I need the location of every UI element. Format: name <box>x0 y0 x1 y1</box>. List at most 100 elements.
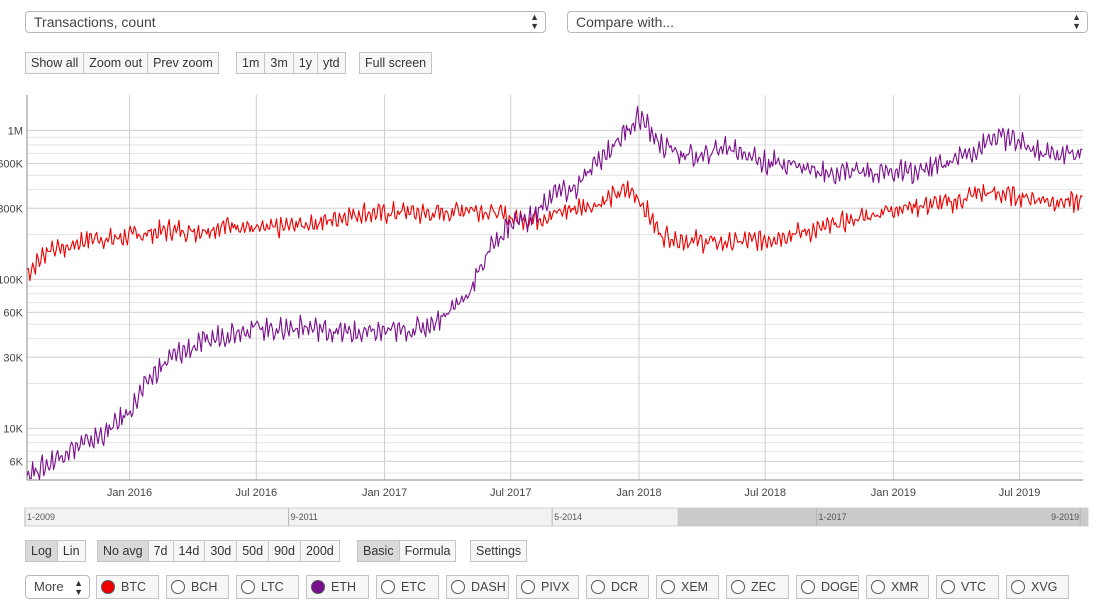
y-tick-label: 100K <box>0 274 24 286</box>
radio-unchecked-icon <box>521 580 535 594</box>
coin-label: VTC <box>961 580 986 594</box>
y-axis: 1M 600K 300K 100K 60K 30K 10K 6K <box>0 95 28 480</box>
avg-7d-button[interactable]: 7d <box>147 540 174 562</box>
mode-button-group: Basic Formula <box>357 540 457 562</box>
compare-select-value: Compare with... <box>576 14 675 30</box>
radio-unchecked-icon <box>871 580 885 594</box>
x-tick-label: Jan 2016 <box>107 487 152 499</box>
show-all-button[interactable]: Show all <box>25 52 85 74</box>
radio-unchecked-icon <box>591 580 605 594</box>
prev-zoom-button[interactable]: Prev zoom <box>147 52 219 74</box>
navigator-label: 9-2011 <box>291 512 318 522</box>
y-tick-label: 10K <box>3 423 23 435</box>
metric-select-value: Transactions, count <box>34 14 156 30</box>
radio-checked-icon <box>311 580 325 594</box>
x-tick-label: Jul 2018 <box>744 487 786 499</box>
navigator-label: 1-2017 <box>819 512 847 522</box>
x-tick-label: Jul 2017 <box>490 487 532 499</box>
y-tick-label: 1M <box>8 125 23 137</box>
radio-unchecked-icon <box>171 580 185 594</box>
y-tick-label: 60K <box>3 307 23 319</box>
x-axis: Jan 2016 Jul 2016 Jan 2017 Jul 2017 Jan 2018… <box>27 479 1083 499</box>
settings-button[interactable]: Settings <box>470 540 528 562</box>
coin-label: ETH <box>331 580 356 594</box>
coin-toggle-dash[interactable]: DASH <box>446 575 509 599</box>
radio-unchecked-icon <box>661 580 675 594</box>
period-button-group: 1m 3m 1y ytd <box>236 52 346 74</box>
x-tick-label: Jan 2018 <box>616 487 661 499</box>
radio-unchecked-icon <box>801 580 815 594</box>
coin-toggle-etc[interactable]: ETC <box>376 575 439 599</box>
avg-200d-button[interactable]: 200d <box>299 540 340 562</box>
formula-mode-button[interactable]: Formula <box>398 540 457 562</box>
period-ytd-button[interactable]: ytd <box>316 52 346 74</box>
radio-unchecked-icon <box>241 580 255 594</box>
coin-label: LTC <box>261 580 284 594</box>
coin-toggle-vtc[interactable]: VTC <box>936 575 999 599</box>
avg-button-group: No avg 7d 14d 30d 50d 90d 200d <box>97 540 340 562</box>
compare-select[interactable]: Compare with... ▲ ▼ <box>567 11 1088 33</box>
zoom-out-button[interactable]: Zoom out <box>83 52 149 74</box>
coin-toggle-xem[interactable]: XEM <box>656 575 719 599</box>
x-tick-label: Jan 2019 <box>871 487 916 499</box>
period-1m-button[interactable]: 1m <box>236 52 266 74</box>
radio-unchecked-icon <box>1011 580 1025 594</box>
series-line-eth <box>26 105 1083 480</box>
coin-toggle-dcr[interactable]: DCR <box>586 575 649 599</box>
navigator-label: 5-2014 <box>554 512 582 522</box>
navigator-label: 9-2019 <box>1051 512 1079 522</box>
coin-toggle-xmr[interactable]: XMR <box>866 575 929 599</box>
coin-toggle-eth[interactable]: ETH <box>306 575 369 599</box>
coin-toggle-doge[interactable]: DOGE <box>796 575 859 599</box>
avg-50d-button[interactable]: 50d <box>236 540 270 562</box>
coin-toggle-ltc[interactable]: LTC <box>236 575 299 599</box>
navigator-label: 1-2009 <box>27 512 55 522</box>
more-select-value: More <box>34 579 64 594</box>
coin-label: DASH <box>471 580 506 594</box>
radio-unchecked-icon <box>451 580 465 594</box>
y-tick-label: 300K <box>0 203 24 215</box>
x-tick-label: Jul 2016 <box>236 487 278 499</box>
y-tick-label: 6K <box>10 456 24 468</box>
select-arrows-icon: ▲ ▼ <box>1072 12 1081 31</box>
log-scale-button[interactable]: Log <box>25 540 58 562</box>
coin-label: BCH <box>191 580 218 594</box>
more-select[interactable]: More ▲ ▼ <box>25 575 90 599</box>
avg-90d-button[interactable]: 90d <box>268 540 301 562</box>
radio-unchecked-icon <box>941 580 955 594</box>
avg-14d-button[interactable]: 14d <box>172 540 206 562</box>
coin-toggle-btc[interactable]: BTC <box>96 575 159 599</box>
metric-select[interactable]: Transactions, count ▲ ▼ <box>25 11 546 33</box>
y-tick-label: 600K <box>0 158 24 170</box>
lin-scale-button[interactable]: Lin <box>56 540 86 562</box>
coin-toggle-bch[interactable]: BCH <box>166 575 229 599</box>
coin-label: ZEC <box>751 580 776 594</box>
settings-group: Settings <box>470 540 528 562</box>
coin-label: BTC <box>121 580 146 594</box>
chart[interactable]: 1M 600K 300K 100K 60K 30K 10K 6K Jan 2016 Jul 20… <box>0 95 1096 530</box>
x-tick-label: Jan 2017 <box>362 487 407 499</box>
select-arrows-icon: ▲ ▼ <box>530 12 539 31</box>
coin-label: XVG <box>1031 580 1058 594</box>
no-avg-button[interactable]: No avg <box>97 540 149 562</box>
period-1y-button[interactable]: 1y <box>292 52 318 74</box>
series-line-btc <box>26 180 1083 282</box>
coin-label: ETC <box>401 580 426 594</box>
range-button-group: Show all Zoom out Prev zoom <box>25 52 219 74</box>
basic-mode-button[interactable]: Basic <box>357 540 400 562</box>
coin-label: XEM <box>681 580 709 594</box>
avg-30d-button[interactable]: 30d <box>204 540 238 562</box>
coin-toggle-pivx[interactable]: PIVX <box>516 575 579 599</box>
radio-unchecked-icon <box>381 580 395 594</box>
coin-toggle-zec[interactable]: ZEC <box>726 575 789 599</box>
radio-checked-icon <box>101 580 115 594</box>
coin-toggle-xvg[interactable]: XVG <box>1006 575 1069 599</box>
coin-label: PIVX <box>541 580 570 594</box>
period-3m-button[interactable]: 3m <box>264 52 294 74</box>
chart-grid <box>27 95 1083 480</box>
fullscreen-button[interactable]: Full screen <box>359 52 433 74</box>
radio-unchecked-icon <box>731 580 745 594</box>
navigator[interactable]: 1-2009 9-2011 5-2014 1-2017 9-2019 <box>24 507 1089 527</box>
coin-label: DCR <box>611 580 639 594</box>
x-tick-label: Jul 2019 <box>999 487 1041 499</box>
